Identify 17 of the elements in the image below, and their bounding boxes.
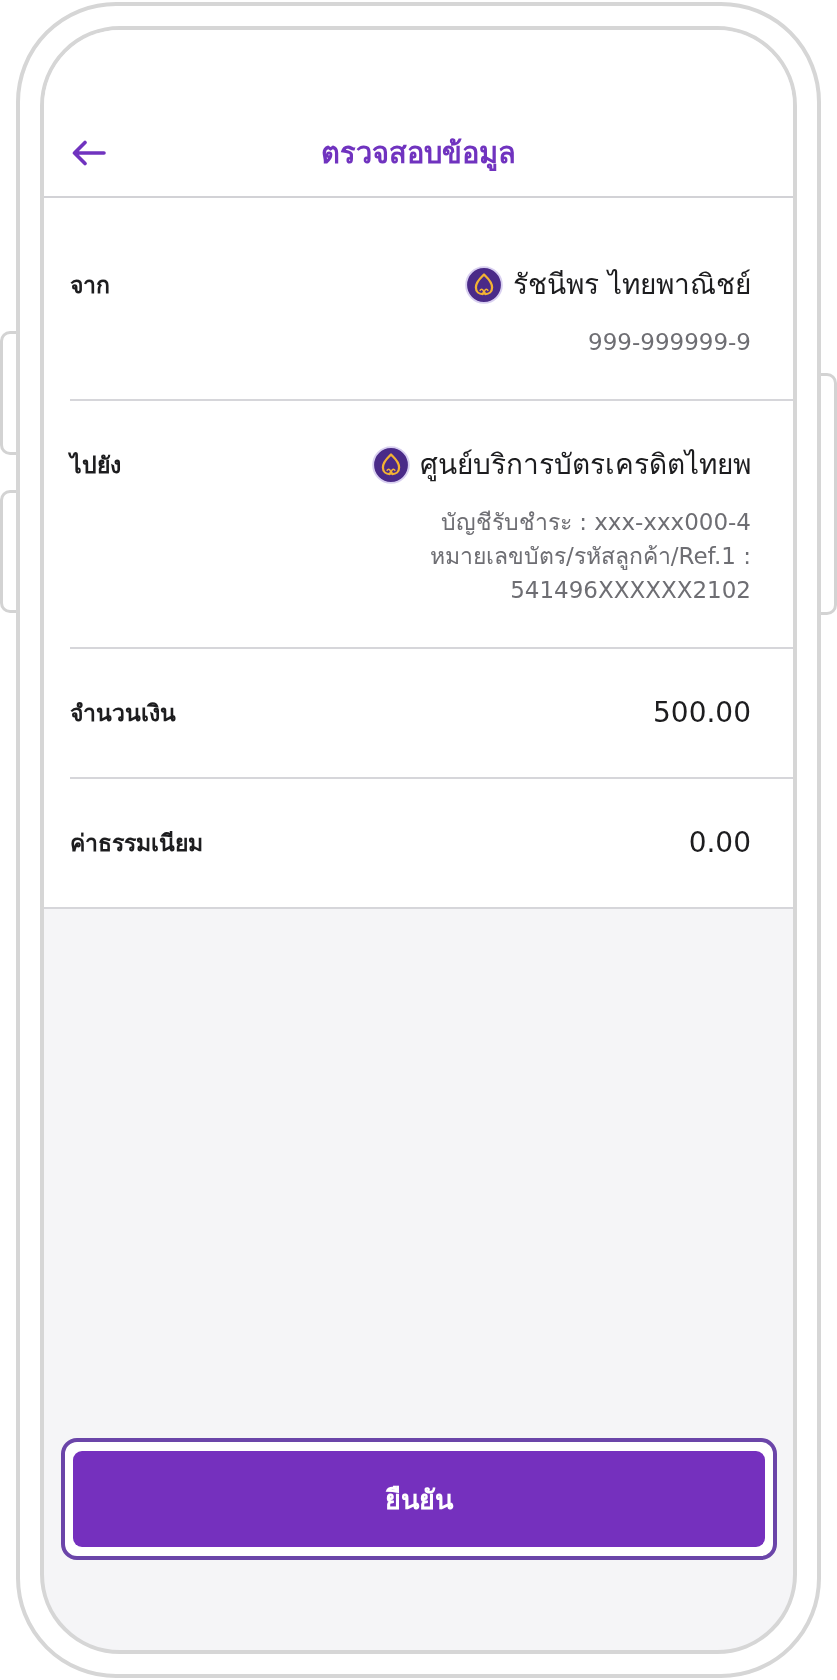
amount-value: 0.00	[688, 825, 751, 861]
account-detail: หมายเลขบัตร/รหัสลูกค้า/Ref.1 :	[429, 542, 751, 572]
account-name: รัชนีพร ไทยพาณิชย์	[513, 267, 751, 303]
row-label: ค่าธรรมเนียม	[70, 829, 203, 858]
account-detail: 541496XXXXXX2102	[510, 576, 751, 605]
back-arrow-icon[interactable]	[72, 140, 106, 166]
row-label: จำนวนเงิน	[70, 699, 176, 728]
page-title: ตรวจสอบข้อมูล	[321, 135, 516, 173]
leaf-logo-icon	[465, 266, 504, 304]
amount-value: 500.00	[653, 695, 751, 731]
row-label: ไปยัง	[70, 451, 121, 480]
account-name: ศูนย์บริการบัตรเครดิตไทยพ	[420, 447, 751, 484]
confirm-button[interactable]: ยืนยัน	[73, 1451, 765, 1547]
account-detail: บัญชีรับชำระ : xxx-xxx000-4	[440, 508, 751, 537]
leaf-logo-icon	[372, 446, 410, 484]
account-detail: 999-999999-9	[588, 328, 751, 357]
row-label: จาก	[70, 271, 110, 300]
